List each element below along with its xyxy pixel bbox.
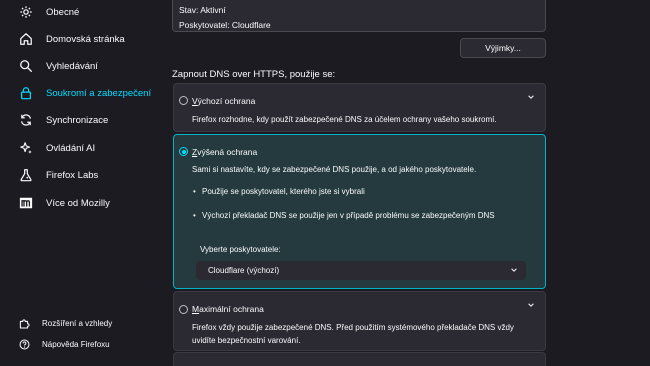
increased-bullet-1: Použije se poskytovatel, kterého jste si… xyxy=(193,187,365,196)
sidebar-item-label: Domovská stránka xyxy=(46,33,125,45)
dns-status-provider: Poskytovatel: Cloudflare xyxy=(179,20,271,30)
dns-status-state: Stav: Aktivní xyxy=(179,5,226,15)
firefox-help-link[interactable]: Nápověda Firefoxu xyxy=(10,335,158,353)
addons-themes-label: Rozšíření a vzhledy xyxy=(42,318,113,328)
sidebar-item-label: Více od Mozilly xyxy=(46,197,110,209)
sidebar-item-label: Vyhledávání xyxy=(46,60,98,72)
home-icon xyxy=(18,31,34,47)
lock-icon xyxy=(18,85,34,101)
option-max-protection[interactable]: Maximální ochrana Firefox vždy použije z… xyxy=(173,291,546,351)
provider-select[interactable]: Cloudflare (výchozí) xyxy=(196,261,526,280)
provider-select-label: Vyberte poskytovatele: xyxy=(200,245,281,254)
help-icon xyxy=(18,338,30,350)
provider-select-value: Cloudflare (výchozí) xyxy=(208,266,280,275)
off-option-partial[interactable] xyxy=(173,352,546,366)
sidebar-item-label: Obecné xyxy=(46,6,80,18)
exceptions-button[interactable]: Výjimky... xyxy=(460,38,546,58)
increased-protection-description: Sami si nastavíte, kdy se zabezpečené DN… xyxy=(192,165,477,174)
search-icon xyxy=(18,58,34,74)
section-title: Zapnout DNS over HTTPS, použije se: xyxy=(172,69,336,80)
sidebar-item-label: Synchronizace xyxy=(46,114,109,126)
option-default-protection[interactable]: Výchozí ochrana Firefox rozhodne, kdy po… xyxy=(173,83,546,132)
firefox-help-label: Nápověda Firefoxu xyxy=(42,339,110,349)
chevron-down-icon[interactable] xyxy=(527,301,537,311)
chevron-down-icon[interactable] xyxy=(527,93,537,103)
sidebar-item-sync[interactable]: Synchronizace xyxy=(10,108,158,132)
sidebar-item-more-from-mozilla[interactable]: Více od Mozilly xyxy=(10,191,158,215)
max-protection-radio[interactable] xyxy=(179,305,188,314)
main-content: Stav: Aktivní Poskytovatel: Cloudflare V… xyxy=(170,0,648,366)
increased-bullet-2: Výchozí překladač DNS se použije jen v p… xyxy=(193,211,495,220)
option-increased-protection[interactable]: Zvýšená ochrana Sami si nastavíte, kdy s… xyxy=(173,134,546,289)
sidebar-item-general[interactable]: Obecné xyxy=(10,0,158,24)
sidebar-item-label: Ovládání AI xyxy=(46,142,96,154)
max-protection-description-line1: Firefox vždy použije zabezpečené DNS. Př… xyxy=(192,323,514,332)
sidebar-item-search[interactable]: Vyhledávání xyxy=(10,54,158,78)
flask-icon xyxy=(18,167,34,183)
max-protection-title: Maximální ochrana xyxy=(192,304,264,314)
default-protection-radio[interactable] xyxy=(179,96,188,105)
dns-status-box: Stav: Aktivní Poskytovatel: Cloudflare xyxy=(172,0,546,32)
max-protection-description-line2: uvidíte bezpečnostní varování. xyxy=(192,336,301,345)
sync-icon xyxy=(18,112,34,128)
sidebar-item-ai-controls[interactable]: Ovládání AI xyxy=(10,136,158,160)
default-protection-title: Výchozí ochrana xyxy=(192,96,256,106)
sidebar-item-label: Soukromí a zabezpečení xyxy=(46,87,152,99)
puzzle-icon xyxy=(18,317,30,329)
sidebar-item-firefox-labs[interactable]: Firefox Labs xyxy=(10,163,158,187)
addons-themes-link[interactable]: Rozšíření a vzhledy xyxy=(10,314,158,332)
mozilla-m-icon xyxy=(18,195,34,211)
sidebar-item-home[interactable]: Domovská stránka xyxy=(10,27,158,51)
sidebar-item-privacy[interactable]: Soukromí a zabezpečení xyxy=(10,81,158,105)
increased-protection-title: Zvýšená ochrana xyxy=(192,147,258,157)
chevron-down-icon xyxy=(510,266,518,274)
gear-icon xyxy=(18,4,34,20)
sidebar-item-label: Firefox Labs xyxy=(46,169,99,181)
sparkle-icon xyxy=(18,140,34,156)
default-protection-description: Firefox rozhodne, kdy použít zabezpečené… xyxy=(192,115,497,124)
sidebar: Obecné Domovská stránka Vyhledávání Souk… xyxy=(0,0,162,366)
increased-protection-radio[interactable] xyxy=(179,147,188,156)
